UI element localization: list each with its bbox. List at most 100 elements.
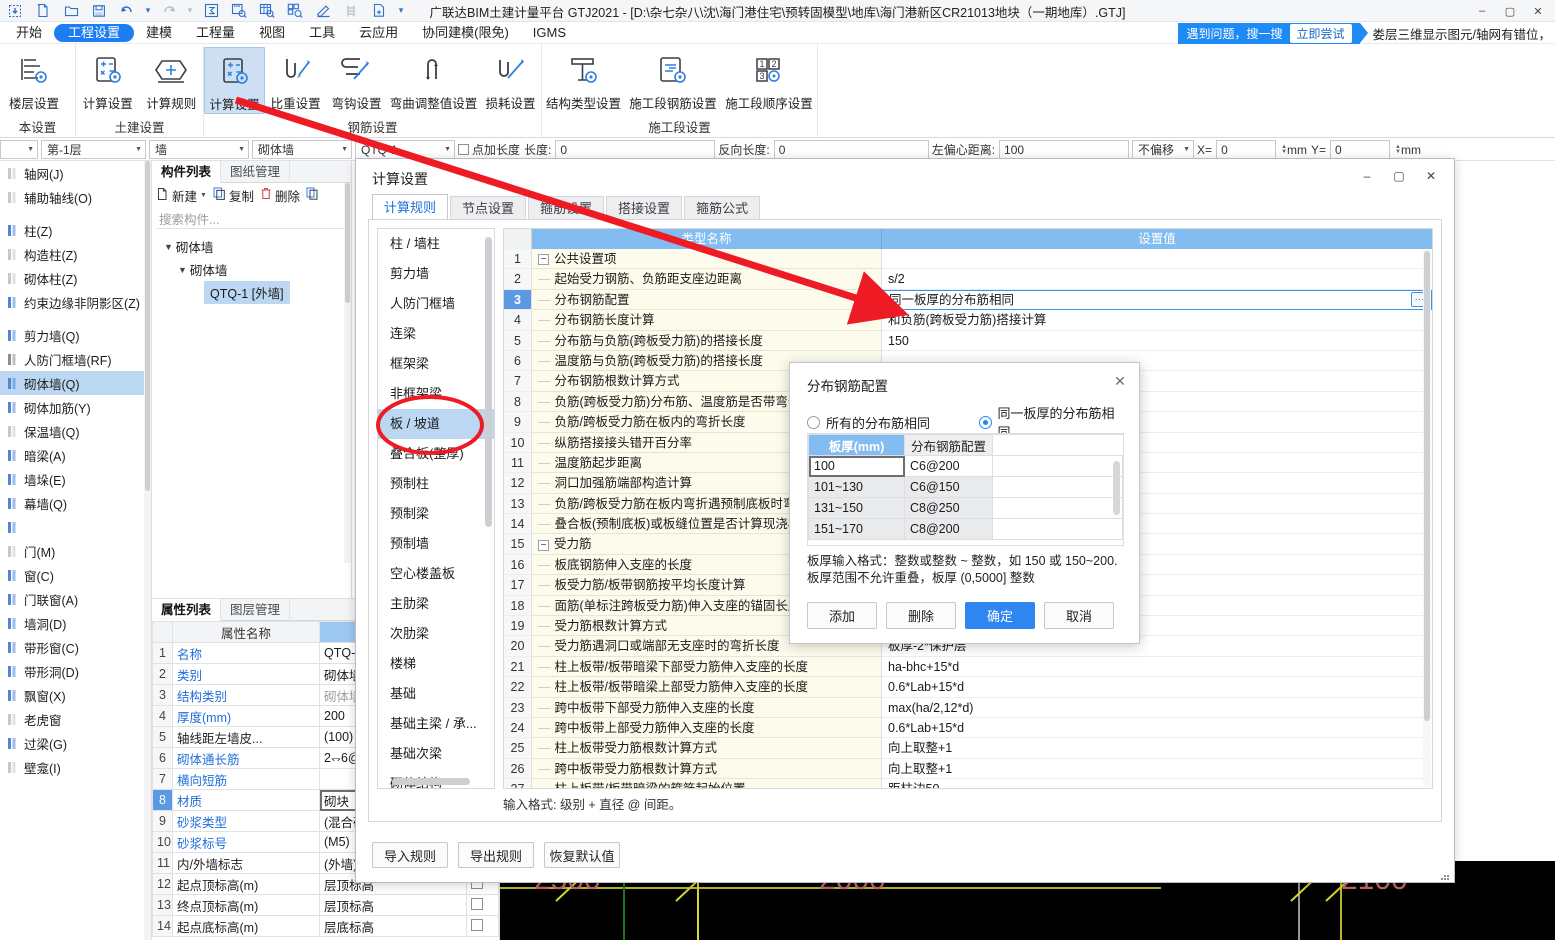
offset-select[interactable]: 不偏移 ▼ xyxy=(1132,140,1195,159)
more-icon[interactable]: ▾ xyxy=(394,1,408,21)
rule-row-value[interactable]: 0.6*Lab+15*d xyxy=(882,677,1432,698)
thickness-row[interactable]: 100 C6@200 xyxy=(808,455,1123,477)
thickness-cell[interactable]: 101~130 xyxy=(808,476,905,498)
nav-item-4[interactable]: 构造柱(Z) xyxy=(0,242,151,266)
cancel-button[interactable]: 取消 xyxy=(1044,602,1114,629)
property-check-cell[interactable] xyxy=(466,894,499,916)
length-input[interactable]: 0 xyxy=(555,140,716,159)
delete-row-button[interactable]: 删除 xyxy=(886,602,956,629)
eccentric-distance-input[interactable]: 100 xyxy=(999,140,1130,159)
dialog-category-17[interactable]: 基础次梁 xyxy=(378,739,494,769)
sub-dialog-close-icon[interactable]: ✕ xyxy=(1111,372,1129,390)
dialog-category-15[interactable]: 基础 xyxy=(378,679,494,709)
rule-row[interactable]: 27 — 柱上板带/板带暗梁的箍筋起始位置 距柱边50...... xyxy=(504,779,1432,788)
rule-row-value[interactable]: 和负筋(跨板受力筋)搭接计算 xyxy=(882,310,1432,331)
rule-row[interactable]: 1− 公共设置项 xyxy=(504,249,1432,270)
redo-dropdown-icon[interactable]: ▾ xyxy=(184,1,196,21)
rule-row[interactable]: 23— 跨中板带下部受力筋伸入支座的长度 max(ha/2,12*d) xyxy=(504,697,1432,718)
property-check-cell[interactable] xyxy=(466,915,499,937)
nav-item-21[interactable]: 带形窗(C) xyxy=(0,635,151,659)
scrollbar-thumb[interactable] xyxy=(145,161,150,491)
ribbon-button-rebar-calc-settings[interactable]: 计算设置 xyxy=(204,47,266,114)
rule-row[interactable]: 2— 起始受力钢筋、负筋距支座边距离 s/2 xyxy=(504,269,1432,290)
collapse-toggle-icon[interactable]: − xyxy=(538,254,549,266)
reverse-length-input[interactable]: 0 xyxy=(773,140,929,159)
add-length-checkbox[interactable]: 点加长度 xyxy=(458,141,520,158)
dialog-category-2[interactable]: 人防门框墙 xyxy=(378,289,494,319)
undo-dropdown-icon[interactable]: ▾ xyxy=(142,1,154,21)
thickness-cell[interactable]: 100 xyxy=(808,455,905,477)
import-rules-button[interactable]: 导入规则 xyxy=(372,842,448,868)
new-file-icon[interactable] xyxy=(30,1,56,21)
ribbon-button-bend-adjust[interactable]: 弯曲调整值设置 xyxy=(387,47,480,112)
nav-item-15[interactable]: 幕墙(Q) xyxy=(0,491,151,515)
rule-row[interactable]: 5— 分布筋与负筋(跨板受力筋)的搭接长度 150 xyxy=(504,330,1432,351)
rule-row-value[interactable]: 向上取整+1 xyxy=(882,758,1432,780)
property-checkbox[interactable] xyxy=(471,897,483,910)
tab-igms[interactable]: IGMS xyxy=(521,24,578,42)
rule-row-value[interactable]: 同一板厚的分布筋相同 ··· xyxy=(882,289,1432,311)
tree-node-leaf-qtq1[interactable]: QTQ-1 [外墙] xyxy=(152,281,351,304)
nav-item-26[interactable]: 壁龛(I) xyxy=(0,755,151,779)
y-input[interactable]: 0 xyxy=(1330,140,1391,159)
component-scrollbar[interactable] xyxy=(344,183,351,563)
ribbon-button-calc-rules[interactable]: 计算规则 xyxy=(140,47,204,112)
close-button[interactable]: ✕ xyxy=(1525,1,1551,21)
property-value[interactable]: 层底标高 xyxy=(319,915,467,937)
option-combo-empty[interactable]: ▼ xyxy=(0,140,38,159)
rule-row-value[interactable]: s/2 xyxy=(882,269,1432,290)
ribbon-button-hook-settings[interactable]: 弯钩设置 xyxy=(326,47,387,112)
nav-item-9[interactable]: 人防门框墙(RF) xyxy=(0,347,151,371)
tab-property-list[interactable]: 属性列表 xyxy=(152,599,222,621)
rule-row-value[interactable]: 150 xyxy=(882,330,1432,351)
delete-component-button[interactable]: 删除 xyxy=(260,186,300,205)
tree-node-subgroup[interactable]: ▼ 砌体墙 xyxy=(152,258,351,281)
rule-row[interactable]: 25— 柱上板带受力筋根数计算方式 向上取整+1 xyxy=(504,738,1432,759)
rule-row[interactable]: 3— 分布钢筋配置 同一板厚的分布筋相同 ··· xyxy=(504,289,1432,311)
ribbon-button-structure-type[interactable]: 结构类型设置 xyxy=(542,47,625,112)
category-select[interactable]: 墙 ▼ xyxy=(149,140,249,159)
floor-select[interactable]: 第-1层 ▼ xyxy=(41,140,146,159)
dialog-category-9[interactable]: 预制梁 xyxy=(378,499,494,529)
category-hscrollbar[interactable] xyxy=(392,778,470,785)
type-select[interactable]: 砌体墙 ▼ xyxy=(252,140,352,159)
nav-item-22[interactable]: 带形洞(D) xyxy=(0,659,151,683)
new-caret-icon[interactable]: ▼ xyxy=(200,192,207,199)
add-row-button[interactable]: 添加 xyxy=(807,602,877,629)
rule-row[interactable]: 24— 跨中板带上部受力筋伸入支座的长度 0.6*Lab+15*d xyxy=(504,717,1432,739)
dialog-category-1[interactable]: 剪力墙 xyxy=(378,259,494,289)
save-icon[interactable] xyxy=(86,1,112,21)
table-search-icon[interactable] xyxy=(254,1,280,21)
export-rules-button[interactable]: 导出规则 xyxy=(458,842,534,868)
tab-quantities[interactable]: 工程量 xyxy=(184,24,247,42)
x-input[interactable]: 0 xyxy=(1216,140,1277,159)
thickness-row[interactable]: 151~170 C8@200 xyxy=(808,518,1123,540)
collapse-toggle-icon[interactable]: − xyxy=(538,539,549,551)
tab-collab-modeling[interactable]: 协同建模(限免) xyxy=(410,24,521,42)
redo-icon[interactable] xyxy=(156,1,182,21)
nav-item-0[interactable]: 轴网(J) xyxy=(0,161,151,185)
maximize-button[interactable]: ▢ xyxy=(1497,1,1523,21)
search-component-input[interactable]: 搜索构件... xyxy=(156,209,347,229)
tab-start[interactable]: 开始 xyxy=(4,24,54,42)
sum-icon[interactable] xyxy=(198,1,224,21)
dialog-tab-calc-rules[interactable]: 计算规则 xyxy=(372,194,449,219)
nav-item-8[interactable]: 剪力墙(Q) xyxy=(0,323,151,347)
nav-item-1[interactable]: 辅助轴线(O) xyxy=(0,185,151,209)
component-select[interactable]: QTQ-1 ▼ xyxy=(355,140,455,159)
ribbon-button-loss-settings[interactable]: 损耗设置 xyxy=(480,47,541,112)
confirm-button[interactable]: 确定 xyxy=(965,602,1035,629)
thickness-table-scrollbar[interactable] xyxy=(1113,461,1120,515)
nav-item-23[interactable]: 飘窗(X) xyxy=(0,683,151,707)
ribbon-button-section-rebar[interactable]: 施工段钢筋设置 xyxy=(625,47,721,112)
dialog-category-16[interactable]: 基础主梁 / 承... xyxy=(378,709,494,739)
property-value[interactable]: 层顶标高 xyxy=(319,894,467,916)
rebar-config-cell[interactable]: C6@150 xyxy=(904,476,993,498)
nav-item-18[interactable]: 窗(C) xyxy=(0,563,151,587)
dialog-tab-stirrup-settings[interactable]: 箍筋设置 xyxy=(528,196,605,219)
scrollbar-thumb[interactable] xyxy=(485,237,492,527)
dialog-close-button[interactable]: ✕ xyxy=(1416,165,1446,187)
dialog-category-8[interactable]: 预制柱 xyxy=(378,469,494,499)
nav-item-19[interactable]: 门联窗(A) xyxy=(0,587,151,611)
undo-icon[interactable] xyxy=(114,1,140,21)
